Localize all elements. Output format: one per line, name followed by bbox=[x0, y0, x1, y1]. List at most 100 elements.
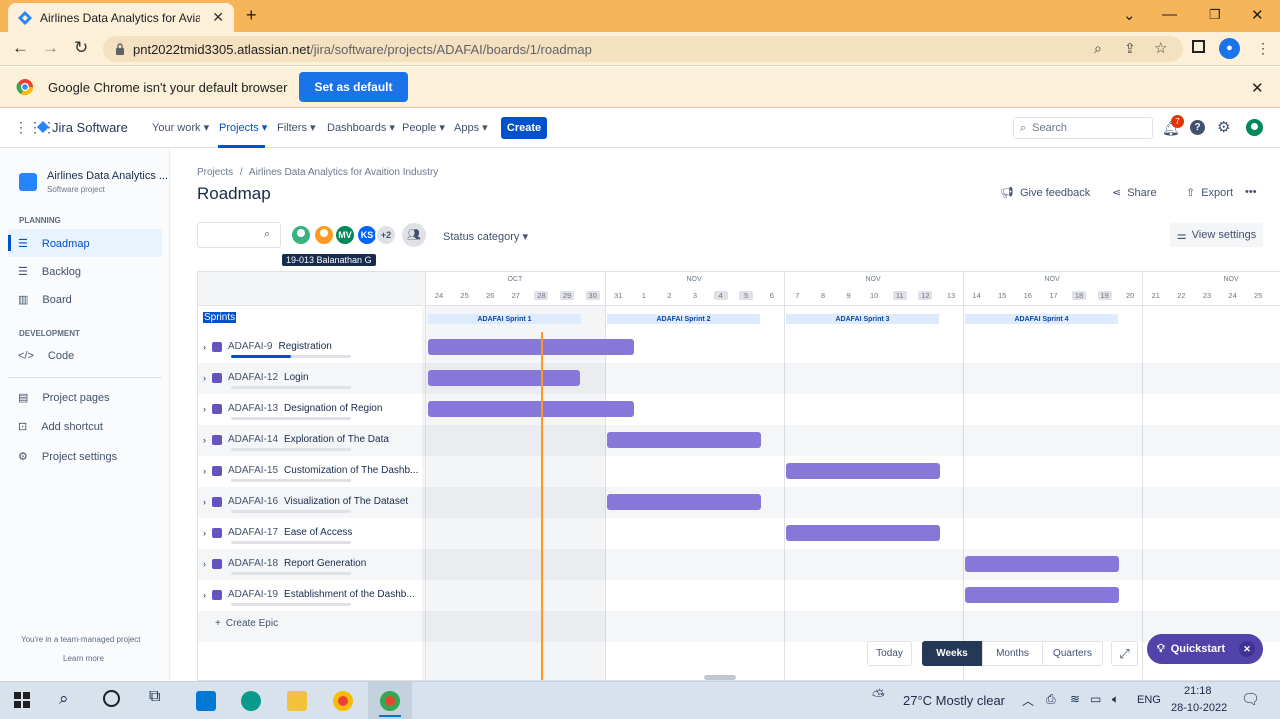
restore-icon[interactable]: ❐ bbox=[1209, 7, 1221, 23]
jira-logo-icon[interactable] bbox=[37, 121, 49, 133]
epic-row[interactable]: › ADAFAI-18 Report Generation bbox=[203, 558, 366, 569]
tab-search-icon[interactable]: ⌄ bbox=[1123, 6, 1136, 24]
create-button[interactable]: Create bbox=[501, 117, 547, 139]
cortana-icon[interactable] bbox=[103, 690, 120, 707]
epic-key[interactable]: ADAFAI-16 bbox=[228, 496, 278, 507]
minimize-icon[interactable]: — bbox=[1162, 6, 1177, 23]
mail-icon[interactable] bbox=[196, 691, 216, 711]
profile-avatar-icon[interactable]: ● bbox=[1219, 38, 1240, 59]
expand-chevron-icon[interactable]: › bbox=[203, 342, 206, 352]
assignee-avatar[interactable]: MV bbox=[334, 224, 356, 246]
quickstart-close-icon[interactable]: ✕ bbox=[1239, 641, 1255, 657]
epic-row[interactable]: › ADAFAI-12 Login bbox=[203, 372, 309, 383]
quarters-button[interactable]: Quarters bbox=[1042, 641, 1103, 666]
epic-timeline-bar[interactable] bbox=[607, 432, 761, 448]
assignee-avatar[interactable] bbox=[290, 224, 312, 246]
help-icon[interactable]: ? bbox=[1190, 120, 1205, 135]
epic-key[interactable]: ADAFAI-17 bbox=[228, 527, 278, 538]
zoom-icon[interactable]: ⌕ bbox=[1094, 40, 1102, 57]
months-button[interactable]: Months bbox=[982, 641, 1043, 666]
epic-key[interactable]: ADAFAI-13 bbox=[228, 403, 278, 414]
expand-chevron-icon[interactable]: › bbox=[203, 373, 206, 383]
epic-timeline-bar[interactable] bbox=[786, 463, 940, 479]
search-input[interactable]: ⌕ Search bbox=[1013, 117, 1153, 139]
view-settings-button[interactable]: ⚌ View settings bbox=[1170, 223, 1263, 247]
menu-projects[interactable]: Projects ▾ bbox=[219, 121, 267, 134]
add-people-icon[interactable]: 👥︎ bbox=[402, 223, 426, 247]
menu-filters[interactable]: Filters ▾ bbox=[277, 121, 316, 134]
reload-icon[interactable]: ↻ bbox=[74, 38, 88, 58]
sprint-bar[interactable]: ADAFAI Sprint 1 bbox=[428, 314, 581, 324]
menu-dashboards[interactable]: Dashboards ▾ bbox=[327, 121, 395, 134]
epic-name[interactable]: Report Generation bbox=[284, 558, 366, 569]
menu-apps[interactable]: Apps ▾ bbox=[454, 121, 488, 134]
new-tab-button[interactable]: + bbox=[246, 5, 257, 26]
epic-name[interactable]: Designation of Region bbox=[284, 403, 382, 414]
edge-icon[interactable] bbox=[241, 691, 261, 711]
assignee-avatar[interactable]: +2 bbox=[375, 224, 397, 246]
epic-row[interactable]: › ADAFAI-13 Designation of Region bbox=[203, 403, 382, 414]
close-tab-icon[interactable]: ✕ bbox=[212, 9, 224, 26]
language-indicator[interactable]: ENG bbox=[1137, 694, 1161, 706]
expand-chevron-icon[interactable]: › bbox=[203, 404, 206, 414]
epic-row[interactable]: › ADAFAI-16 Visualization of The Dataset bbox=[203, 496, 408, 507]
clock-time[interactable]: 21:18 bbox=[1184, 685, 1212, 697]
epic-name[interactable]: Exploration of The Data bbox=[284, 434, 389, 445]
epic-key[interactable]: ADAFAI-14 bbox=[228, 434, 278, 445]
chrome-taskbar-icon[interactable] bbox=[333, 691, 353, 711]
epic-timeline-bar[interactable] bbox=[428, 370, 581, 386]
sidebar-item-project-pages[interactable]: ▤ Project pages bbox=[18, 391, 110, 405]
epic-row[interactable]: › ADAFAI-9 Registration bbox=[203, 341, 332, 352]
tray-app-icon[interactable]: ⎙ bbox=[1046, 692, 1056, 707]
epic-name[interactable]: Customization of The Dashb... bbox=[284, 465, 418, 476]
roadmap-search-input[interactable]: ⌕ bbox=[197, 222, 281, 248]
sprint-bar[interactable]: ADAFAI Sprint 2 bbox=[607, 314, 760, 324]
epic-name[interactable]: Establishment of the Dashb... bbox=[284, 589, 415, 600]
sidebar-item-backlog[interactable]: ☰ Backlog bbox=[18, 265, 81, 279]
share-page-icon[interactable]: ⇪ bbox=[1124, 40, 1136, 57]
breadcrumb-projects[interactable]: Projects bbox=[197, 167, 233, 178]
today-button[interactable]: Today bbox=[867, 641, 912, 666]
epic-name[interactable]: Login bbox=[284, 372, 308, 383]
wifi-icon[interactable]: ≋ bbox=[1070, 692, 1080, 706]
jira-product-name[interactable]: Jira Software bbox=[52, 120, 128, 135]
app-switcher-icon[interactable]: ⋮⋮⋮ bbox=[14, 119, 56, 136]
chrome-menu-icon[interactable]: ⋮ bbox=[1256, 40, 1270, 57]
sidebar-item-project-settings[interactable]: ⚙ Project settings bbox=[18, 450, 117, 464]
status-category-dropdown[interactable]: Status category ▾ bbox=[443, 230, 528, 243]
epic-key[interactable]: ADAFAI-15 bbox=[228, 465, 278, 476]
epic-key[interactable]: ADAFAI-9 bbox=[228, 341, 272, 352]
weather-text[interactable]: 27°C Mostly clear bbox=[903, 693, 1005, 708]
sprint-bar[interactable]: ADAFAI Sprint 4 bbox=[965, 314, 1118, 324]
epic-name[interactable]: Visualization of The Dataset bbox=[284, 496, 408, 507]
epic-row[interactable]: › ADAFAI-17 Ease of Access bbox=[203, 527, 352, 538]
user-avatar-icon[interactable] bbox=[1246, 119, 1263, 136]
epic-timeline-bar[interactable] bbox=[786, 525, 940, 541]
epic-name[interactable]: Ease of Access bbox=[284, 527, 352, 538]
project-name[interactable]: Airlines Data Analytics ... bbox=[47, 170, 168, 182]
export-button[interactable]: ⇧ Export bbox=[1186, 186, 1233, 200]
infobar-close-icon[interactable]: ✕ bbox=[1251, 79, 1264, 97]
sprint-bar[interactable]: ADAFAI Sprint 3 bbox=[786, 314, 939, 324]
give-feedback-button[interactable]: 📢︎ Give feedback bbox=[1000, 186, 1090, 200]
menu-your-work[interactable]: Your work ▾ bbox=[152, 121, 209, 134]
set-as-default-button[interactable]: Set as default bbox=[299, 72, 408, 102]
epic-timeline-bar[interactable] bbox=[428, 339, 634, 355]
epic-timeline-bar[interactable] bbox=[965, 587, 1119, 603]
learn-more-link[interactable]: Learn more bbox=[63, 654, 104, 663]
task-view-icon[interactable]: ⧉ bbox=[149, 688, 160, 706]
browser-tab[interactable]: Airlines Data Analytics for Aviatio ✕ bbox=[8, 3, 234, 32]
epic-timeline-bar[interactable] bbox=[607, 494, 761, 510]
horizontal-scrollbar[interactable] bbox=[704, 675, 736, 680]
windows-start-icon[interactable] bbox=[14, 692, 30, 708]
breadcrumb-project[interactable]: Airlines Data Analytics for Avaition Ind… bbox=[249, 167, 438, 178]
expand-chevron-icon[interactable]: › bbox=[203, 528, 206, 538]
forward-icon[interactable]: → bbox=[42, 38, 59, 58]
chrome-profile-taskbar-icon[interactable] bbox=[380, 691, 400, 711]
back-icon[interactable]: ← bbox=[12, 38, 29, 58]
battery-icon[interactable]: ▭ bbox=[1090, 692, 1101, 706]
tray-chevron-icon[interactable]: ︿ bbox=[1022, 692, 1034, 709]
expand-chevron-icon[interactable]: › bbox=[203, 590, 206, 600]
notification-center-icon[interactable]: 🗨︎ bbox=[1241, 690, 1260, 708]
epic-key[interactable]: ADAFAI-18 bbox=[228, 558, 278, 569]
